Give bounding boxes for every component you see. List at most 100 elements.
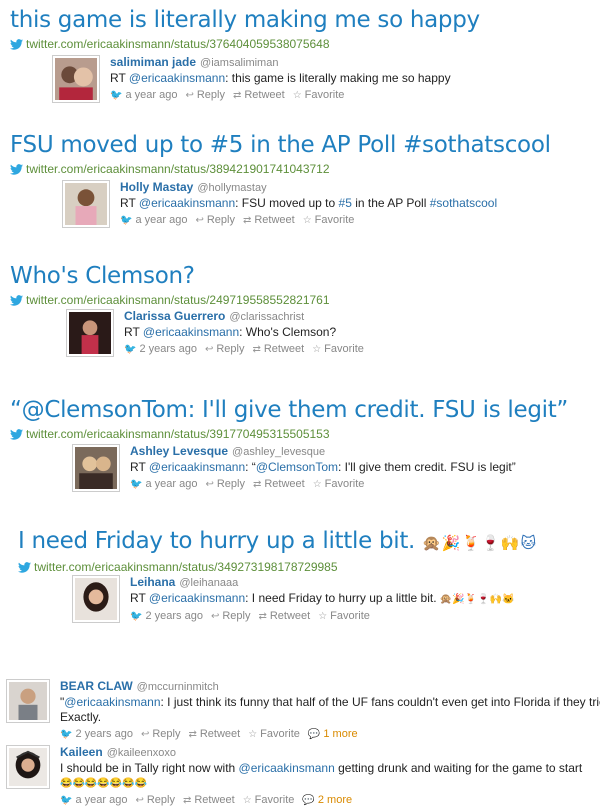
tweet-text: I should be in Tally right now with @eri… [60, 761, 582, 776]
favorite-button[interactable]: ☆ Favorite [293, 88, 345, 103]
tweet-headline[interactable]: I need Friday to hurry up a little bit. … [18, 527, 537, 557]
twitter-bird-icon [18, 562, 31, 573]
timestamp[interactable]: 🐦 2 years ago [130, 609, 203, 624]
favorite-button[interactable]: ☆ Favorite [313, 477, 365, 492]
bird-small-icon: 🐦 [110, 90, 123, 101]
mention-link[interactable]: @ericaakinsmann [239, 761, 335, 775]
timestamp[interactable]: 🐦 2 years ago [124, 342, 197, 357]
user-name[interactable]: BEAR CLAW [60, 679, 133, 693]
avatar[interactable] [66, 309, 114, 357]
avatar[interactable] [72, 444, 120, 492]
user-name[interactable]: Clarissa Guerrero [124, 309, 225, 323]
user-handle[interactable]: @ashley_levesque [232, 446, 325, 458]
tweet-source-url[interactable]: twitter.com/ericaakinsmann/status/376404… [26, 37, 330, 51]
user-name[interactable]: Ashley Levesque [130, 444, 228, 458]
mention-link[interactable]: @ericaakinsmann [149, 591, 245, 605]
more-replies-link[interactable]: 💬 2 more [302, 793, 352, 808]
avatar[interactable] [72, 575, 120, 623]
tweet-text: RT @ericaakinsmann: FSU moved up to #5 i… [120, 196, 497, 211]
reply-button[interactable]: ↩ Reply [211, 609, 251, 624]
mention-link[interactable]: @ericaakinsmann [139, 196, 235, 210]
timestamp[interactable]: 🐦 a year ago [120, 213, 187, 228]
user-handle[interactable]: @iamsalimiman [200, 57, 278, 69]
favorite-button[interactable]: ☆ Favorite [312, 342, 364, 357]
user-name[interactable]: Holly Mastay [120, 180, 193, 194]
tweet-body: : this game is literally making me so ha… [225, 71, 451, 85]
mention-link[interactable]: @ericaakinsmann [149, 460, 245, 474]
tweet-source-link[interactable]: twitter.com/ericaakinsmann/status/376404… [10, 37, 480, 51]
timestamp[interactable]: 🐦 a year ago [110, 88, 177, 103]
hashtag-link[interactable]: #5 [339, 196, 352, 210]
retweet-button[interactable]: ⇄ Retweet [183, 793, 235, 808]
mention-link[interactable]: @ClemsonTom [256, 460, 338, 474]
favorite-button[interactable]: ☆ Favorite [248, 727, 300, 742]
mention-link[interactable]: @ericaakinsmann [129, 71, 225, 85]
mention-link[interactable]: @ericaakinsmann [143, 325, 239, 339]
tweet-body: getting drunk and waiting for the game t… [334, 761, 583, 775]
tweet-text: RT @ericaakinsmann: I need Friday to hur… [130, 591, 515, 607]
user-handle[interactable]: @clarissachrist [229, 311, 304, 323]
user-handle[interactable]: @hollymastay [197, 182, 266, 194]
user-name[interactable]: Leihana [130, 575, 175, 589]
reply-button[interactable]: ↩ Reply [205, 477, 245, 492]
more-replies-link[interactable]: 💬 1 more [308, 727, 358, 742]
retweet-button[interactable]: ⇄ Retweet [233, 88, 285, 103]
tweet-headline[interactable]: Who's Clemson? [10, 262, 330, 290]
user-handle[interactable]: @mccurninmitch [137, 681, 219, 693]
retweet-button[interactable]: ⇄ Retweet [188, 727, 240, 742]
story-section: this game is literally making me so happ… [10, 6, 480, 51]
avatar[interactable] [6, 745, 50, 789]
user-handle[interactable]: @kaileenxoxo [107, 747, 176, 759]
tweet-headline[interactable]: “@ClemsonTom: I'll give them credit. FSU… [10, 396, 568, 424]
tweet-source-link[interactable]: twitter.com/ericaakinsmann/status/389421… [10, 162, 551, 176]
tweet-headline[interactable]: FSU moved up to #5 in the AP Poll #sotha… [10, 131, 551, 159]
mention-link[interactable]: @ericaakinsmann [64, 695, 160, 709]
favorite-button[interactable]: ☆ Favorite [303, 213, 355, 228]
avatar[interactable] [62, 180, 110, 228]
tweet-source-url[interactable]: twitter.com/ericaakinsmann/status/249719… [26, 293, 330, 307]
tweet-source-url[interactable]: twitter.com/ericaakinsmann/status/389421… [26, 162, 330, 176]
timestamp[interactable]: 🐦 2 years ago [60, 727, 133, 742]
reply-button[interactable]: ↩ Reply [185, 88, 225, 103]
star-icon: ☆ [248, 729, 258, 740]
tweet-headline[interactable]: this game is literally making me so happ… [10, 6, 480, 34]
timestamp[interactable]: 🐦 a year ago [130, 477, 197, 492]
user-handle[interactable]: @leihanaaa [179, 577, 238, 589]
reply-button[interactable]: ↩ Reply [141, 727, 181, 742]
favorite-button[interactable]: ☆ Favorite [318, 609, 370, 624]
tweet-source-link[interactable]: twitter.com/ericaakinsmann/status/349273… [18, 560, 537, 574]
retweet-button[interactable]: ⇄ Retweet [258, 609, 310, 624]
reply-button[interactable]: ↩ Reply [205, 342, 245, 357]
retweet-button[interactable]: ⇄ Retweet [252, 342, 304, 357]
user-name[interactable]: salimiman jade [110, 55, 196, 69]
avatar[interactable] [6, 679, 50, 723]
user-name[interactable]: Kaileen [60, 745, 103, 759]
reply-icon: ↩ [135, 795, 144, 806]
timestamp-text: 2 years ago [145, 610, 203, 622]
reply-button[interactable]: ↩ Reply [135, 793, 175, 808]
bird-small-icon: 🐦 [130, 611, 143, 622]
avatar[interactable] [52, 55, 100, 103]
favorite-button[interactable]: ☆ Favorite [243, 793, 295, 808]
tweet-source-url[interactable]: twitter.com/ericaakinsmann/status/391770… [26, 427, 330, 441]
tweet-source-url[interactable]: twitter.com/ericaakinsmann/status/349273… [34, 560, 338, 574]
avatar-image [65, 183, 107, 225]
reply-label: Reply [146, 794, 175, 806]
retweet-label: Retweet [269, 610, 311, 622]
retweet-button[interactable]: ⇄ Retweet [253, 477, 305, 492]
twitter-bird-icon [10, 39, 23, 50]
tweet-source-link[interactable]: twitter.com/ericaakinsmann/status/391770… [10, 427, 568, 441]
tweet-source-link[interactable]: twitter.com/ericaakinsmann/status/249719… [10, 293, 330, 307]
embedded-tweet: Leihana @leihanaaa RT @ericaakinsmann: I … [72, 575, 515, 624]
reply-button[interactable]: ↩ Reply [195, 213, 235, 228]
story-section: I need Friday to hurry up a little bit. … [18, 527, 537, 574]
avatar-image [9, 748, 47, 786]
emoji-sequence: 🙊🎉🍹🍷🙌🐱 [422, 534, 538, 552]
timestamp[interactable]: 🐦 a year ago [60, 793, 127, 808]
star-icon: ☆ [242, 795, 252, 806]
retweet-button[interactable]: ⇄ Retweet [243, 213, 295, 228]
story-section: FSU moved up to #5 in the AP Poll #sotha… [10, 131, 551, 176]
hashtag-link[interactable]: #sothatscool [430, 196, 497, 210]
story-section: Who's Clemson? twitter.com/ericaakinsman… [10, 262, 330, 307]
reply-icon: ↩ [204, 344, 214, 355]
